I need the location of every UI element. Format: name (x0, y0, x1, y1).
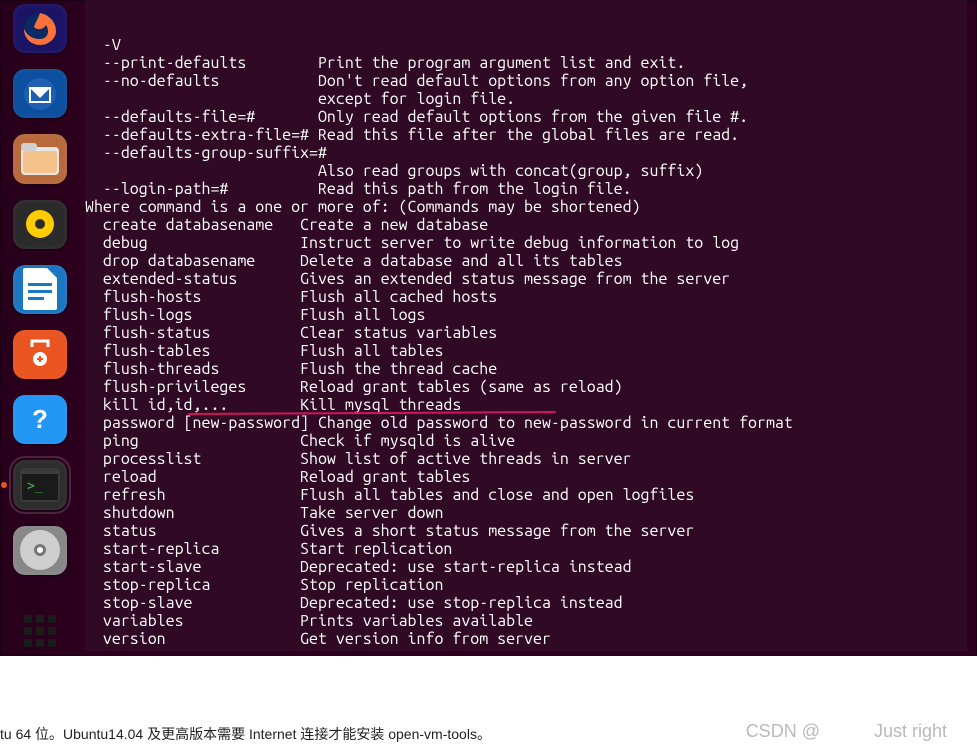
terminal-line: stop-replica Stop replication (85, 576, 967, 594)
terminal-line: flush-privileges Reload grant tables (sa… (85, 378, 967, 396)
firefox-icon[interactable] (13, 4, 67, 53)
terminal-line: variables Prints variables available (85, 612, 967, 630)
terminal-line: ping Check if mysqld is alive (85, 432, 967, 450)
terminal-window[interactable]: -V --print-defaults Print the program ar… (85, 0, 967, 651)
terminal-line: create databasename Create a new databas… (85, 216, 967, 234)
terminal-line: drop databasename Delete a database and … (85, 252, 967, 270)
terminal-icon[interactable]: >_ (13, 460, 67, 509)
terminal-line: start-replica Start replication (85, 540, 967, 558)
footer-note: tu 64 位。Ubuntu14.04 及更高版本需要 Internet 连接才… (0, 724, 491, 744)
terminal-line: flush-hosts Flush all cached hosts (85, 288, 967, 306)
terminal-line: --login-path=# Read this path from the l… (85, 180, 967, 198)
terminal-line: --no-defaults Don't read default options… (85, 72, 967, 90)
terminal-line: refresh Flush all tables and close and o… (85, 486, 967, 504)
terminal-line: --defaults-group-suffix=# (85, 144, 967, 162)
terminal-line: processlist Show list of active threads … (85, 450, 967, 468)
terminal-line: --defaults-file=# Only read default opti… (85, 108, 967, 126)
files-icon[interactable] (13, 134, 67, 183)
terminal-line: except for login file. (85, 90, 967, 108)
terminal-line: -V (85, 36, 967, 54)
show-applications-icon[interactable] (13, 607, 67, 656)
watermark: CSDN @ Just right (746, 721, 947, 742)
terminal-line: Also read groups with concat(group, suff… (85, 162, 967, 180)
terminal-output: -V --print-defaults Print the program ar… (85, 36, 967, 648)
terminal-line: status Gives a short status message from… (85, 522, 967, 540)
disc-icon[interactable] (13, 526, 67, 575)
terminal-line: password [new-password] Change old passw… (85, 414, 967, 432)
desktop-screen: ? >_ -V --print-defaults Print the progra… (0, 0, 977, 656)
terminal-line: stop-slave Deprecated: use stop-replica … (85, 594, 967, 612)
dock: ? >_ (0, 0, 80, 656)
rhythmbox-icon[interactable] (13, 200, 67, 249)
terminal-line: flush-logs Flush all logs (85, 306, 967, 324)
svg-text:?: ? (32, 404, 48, 434)
thunderbird-icon[interactable] (13, 69, 67, 118)
terminal-line: version Get version info from server (85, 630, 967, 648)
terminal-line: flush-tables Flush all tables (85, 342, 967, 360)
terminal-line: Where command is a one or more of: (Comm… (85, 198, 967, 216)
svg-text:>_: >_ (27, 479, 43, 494)
terminal-line: extended-status Gives an extended status… (85, 270, 967, 288)
terminal-line: reload Reload grant tables (85, 468, 967, 486)
libreoffice-writer-icon[interactable] (13, 265, 67, 314)
terminal-line: --print-defaults Print the program argum… (85, 54, 967, 72)
help-icon[interactable]: ? (13, 395, 67, 444)
terminal-line: --defaults-extra-file=# Read this file a… (85, 126, 967, 144)
terminal-line: flush-status Clear status variables (85, 324, 967, 342)
terminal-line: flush-threads Flush the thread cache (85, 360, 967, 378)
terminal-line: start-slave Deprecated: use start-replic… (85, 558, 967, 576)
software-center-icon[interactable] (13, 330, 67, 379)
terminal-line: shutdown Take server down (85, 504, 967, 522)
terminal-line: debug Instruct server to write debug inf… (85, 234, 967, 252)
